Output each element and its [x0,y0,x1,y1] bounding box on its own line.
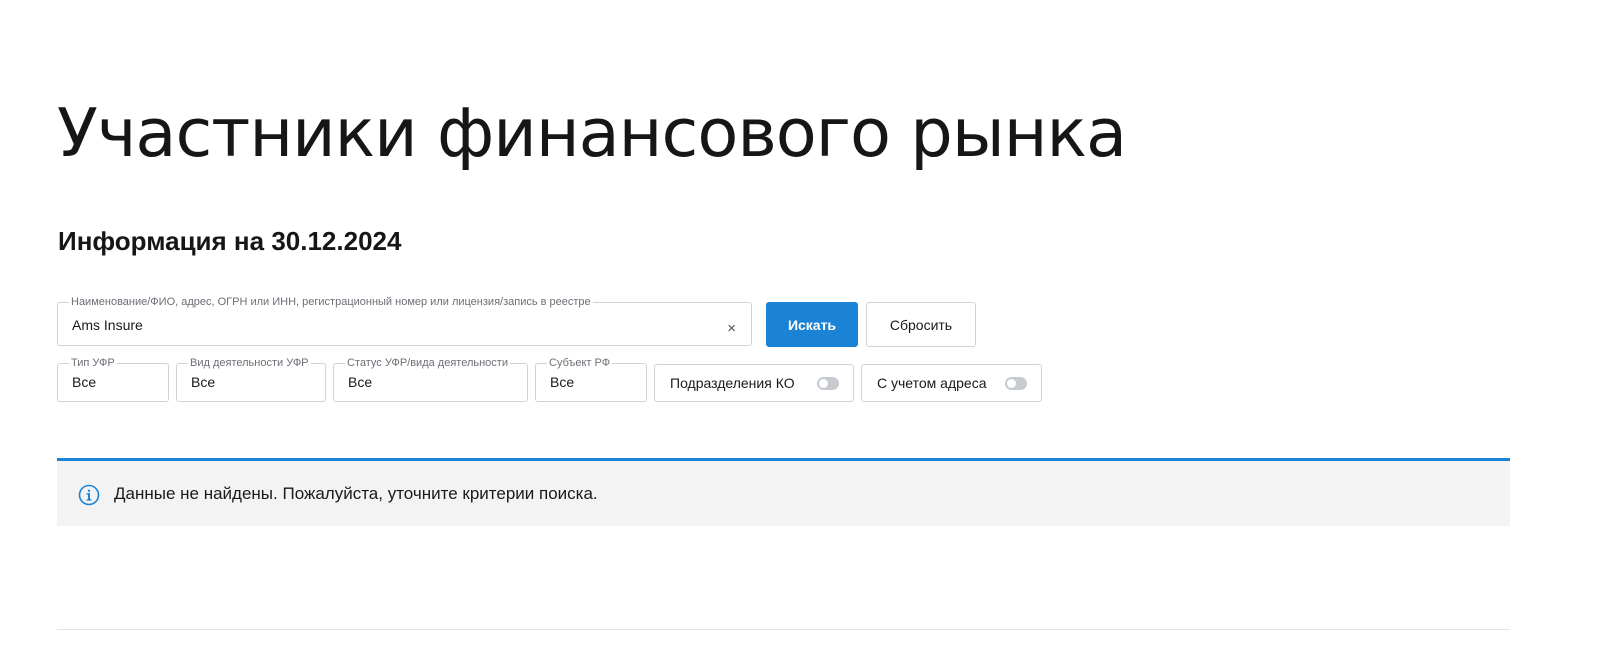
search-input-label: Наименование/ФИО, адрес, ОГРН или ИНН, р… [71,296,591,308]
info-icon [78,484,100,505]
filter-activity-select[interactable]: Вид деятельности УФР Все [176,358,326,402]
page: Участники финансового рынка Информация н… [0,0,1600,652]
filter-status-select[interactable]: Статус УФР/вида деятельности Все [333,358,528,402]
filter-region-value[interactable]: Все [550,373,632,391]
no-results-notice: Данные не найдены. Пожалуйста, уточните … [57,458,1510,526]
with-address-toggle[interactable]: С учетом адреса [861,364,1042,402]
filter-status-label: Статус УФР/вида деятельности [347,357,508,369]
page-title: Участники финансового рынка [57,94,1127,172]
divider [57,629,1510,630]
with-address-label: С учетом адреса [877,375,987,391]
filter-region-select[interactable]: Субъект РФ Все [535,358,647,402]
filter-type-select[interactable]: Тип УФР Все [57,358,169,402]
search-input[interactable]: Наименование/ФИО, адрес, ОГРН или ИНН, р… [57,297,752,346]
search-button[interactable]: Искать [766,302,858,347]
close-icon[interactable]: × [727,321,736,336]
filter-type-label: Тип УФР [71,357,115,369]
with-address-switch[interactable] [1005,376,1027,390]
filter-region-label: Субъект РФ [549,357,611,369]
date-heading: Информация на 30.12.2024 [58,226,402,256]
ko-subdivisions-switch[interactable] [817,376,839,390]
reset-button[interactable]: Сбросить [866,302,976,347]
ko-subdivisions-label: Подразделения КО [670,375,795,391]
ko-subdivisions-toggle[interactable]: Подразделения КО [654,364,854,402]
filter-type-value[interactable]: Все [72,373,154,391]
notice-text: Данные не найдены. Пожалуйста, уточните … [114,483,598,503]
search-input-value[interactable]: Ams Insure [72,316,737,334]
filter-activity-label: Вид деятельности УФР [190,357,309,369]
filter-status-value[interactable]: Все [348,373,513,391]
filter-activity-value[interactable]: Все [191,373,311,391]
